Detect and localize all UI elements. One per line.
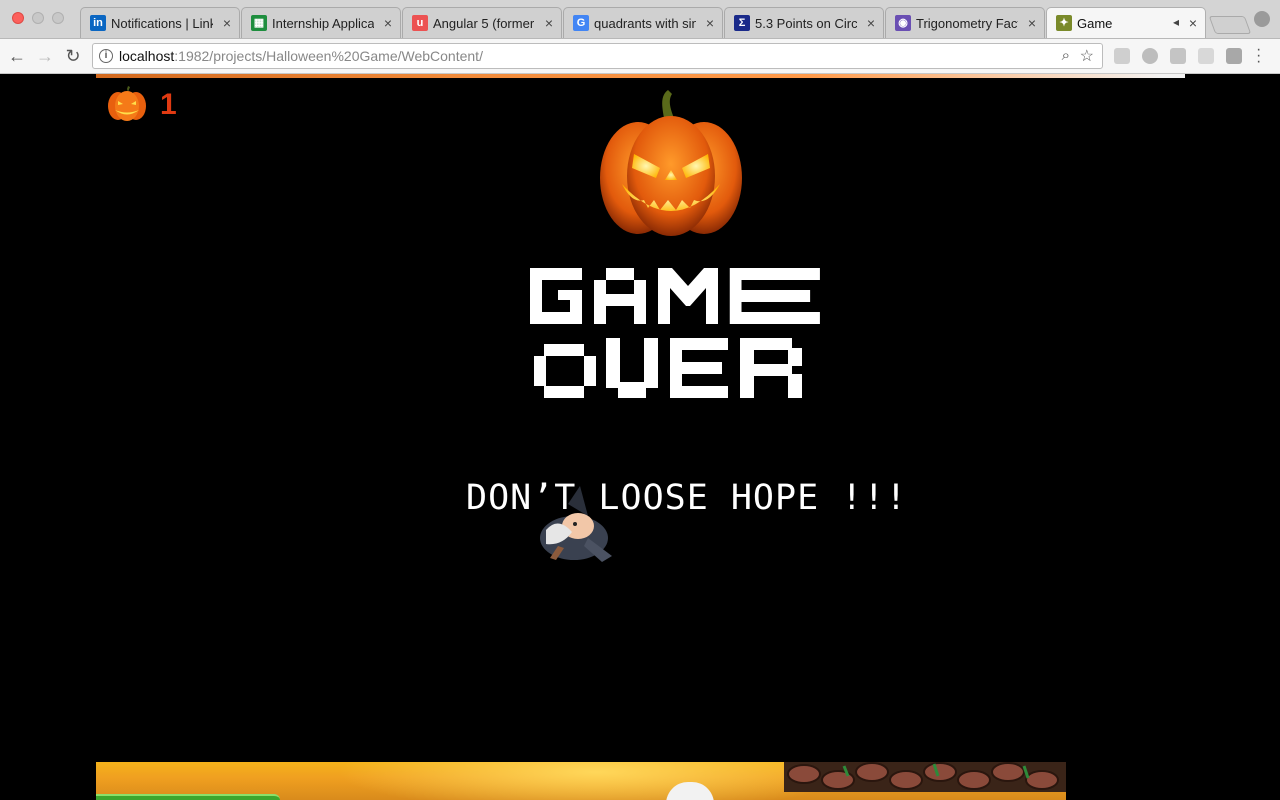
sheets-icon: ▦	[251, 15, 267, 31]
game-icon: ✦	[1056, 15, 1072, 31]
extension-icon-4[interactable]	[1198, 48, 1214, 64]
tab-1[interactable]: in Notifications | Link ×	[80, 7, 240, 38]
reload-button[interactable]: ↻	[61, 44, 85, 68]
tab-title: Internship Applicat	[272, 16, 374, 31]
drive-extension-icon[interactable]	[1142, 48, 1158, 64]
udemy-icon: u	[412, 15, 428, 31]
score-value: 1	[160, 88, 177, 121]
tab-title: quadrants with sin	[594, 16, 696, 31]
zoom-icon[interactable]: ⌕	[1062, 47, 1070, 64]
jack-o-lantern-icon	[600, 90, 742, 236]
back-button[interactable]: ←	[5, 44, 29, 68]
game-over-title	[530, 268, 820, 398]
extension-icon-5[interactable]	[1226, 48, 1242, 64]
tab-4[interactable]: Gquadrants with sin ×	[563, 7, 723, 38]
close-window-button[interactable]	[12, 12, 24, 24]
tab-5[interactable]: Σ 5.3 Points on Circle ×	[724, 7, 884, 38]
tab-title: 5.3 Points on Circle	[755, 16, 857, 31]
tab-title: Notifications | Link	[111, 16, 213, 31]
forward-button[interactable]: →	[33, 44, 57, 68]
ground-scenery	[96, 762, 1066, 800]
tab-7[interactable]: ✦ Game ◂ ×	[1046, 7, 1206, 38]
site-info-icon[interactable]: i	[99, 49, 113, 63]
close-tab-icon[interactable]: ×	[706, 15, 714, 31]
pumpkin-score-icon	[108, 86, 146, 121]
close-tab-icon[interactable]: ×	[545, 15, 553, 31]
close-tab-icon[interactable]: ×	[223, 15, 231, 31]
tab-2[interactable]: ▦ Internship Applicat ×	[241, 7, 401, 38]
tab-title: Game	[1077, 16, 1113, 31]
top-border-strip	[96, 74, 1185, 78]
tab-3[interactable]: u Angular 5 (formerly ×	[402, 7, 562, 38]
zoom-window-button[interactable]	[52, 12, 64, 24]
audio-playing-icon[interactable]: ◂	[1173, 15, 1179, 29]
fallen-witch-sprite	[540, 486, 612, 562]
bookmark-star-icon[interactable]: ☆	[1080, 46, 1094, 66]
close-tab-icon[interactable]: ×	[384, 15, 392, 31]
profile-avatar-icon[interactable]	[1254, 11, 1270, 27]
sigma-icon: Σ	[734, 15, 750, 31]
tab-title: Trigonometry Facts	[916, 16, 1018, 31]
address-bar[interactable]: i localhost:1982/projects/Halloween%20Ga…	[92, 43, 1103, 69]
minimize-window-button[interactable]	[32, 12, 44, 24]
linkedin-icon: in	[90, 15, 106, 31]
extension-icon-1[interactable]	[1114, 48, 1130, 64]
game-viewport[interactable]: 1 DON’T LOOSE HOPE !!!	[0, 74, 1280, 800]
grass-platform	[96, 794, 280, 800]
url-text[interactable]: localhost:1982/projects/Halloween%20Game…	[119, 48, 483, 64]
new-tab-button[interactable]	[1208, 16, 1252, 34]
browser-toolbar: ← → ↻ i localhost:1982/projects/Hallowee…	[0, 39, 1280, 74]
close-tab-icon[interactable]: ×	[1028, 15, 1036, 31]
close-tab-icon[interactable]: ×	[1189, 15, 1197, 31]
url-host: localhost	[119, 48, 175, 64]
close-tab-icon[interactable]: ×	[867, 15, 875, 31]
url-path: :1982/projects/Halloween%20Game/WebConte…	[174, 48, 483, 64]
reader-extension-icon[interactable]	[1170, 48, 1186, 64]
moon-glow	[336, 762, 856, 800]
tab-title: Angular 5 (formerly	[433, 16, 535, 31]
globe-icon: ◉	[895, 15, 911, 31]
rock-platform	[784, 762, 1066, 792]
browser-menu-icon[interactable]: · · ·	[1256, 42, 1262, 70]
google-icon: G	[573, 15, 589, 31]
tab-strip: in Notifications | Link × ▦ Internship Appli…	[0, 0, 1280, 39]
tab-6[interactable]: ◉ Trigonometry Facts ×	[885, 7, 1045, 38]
